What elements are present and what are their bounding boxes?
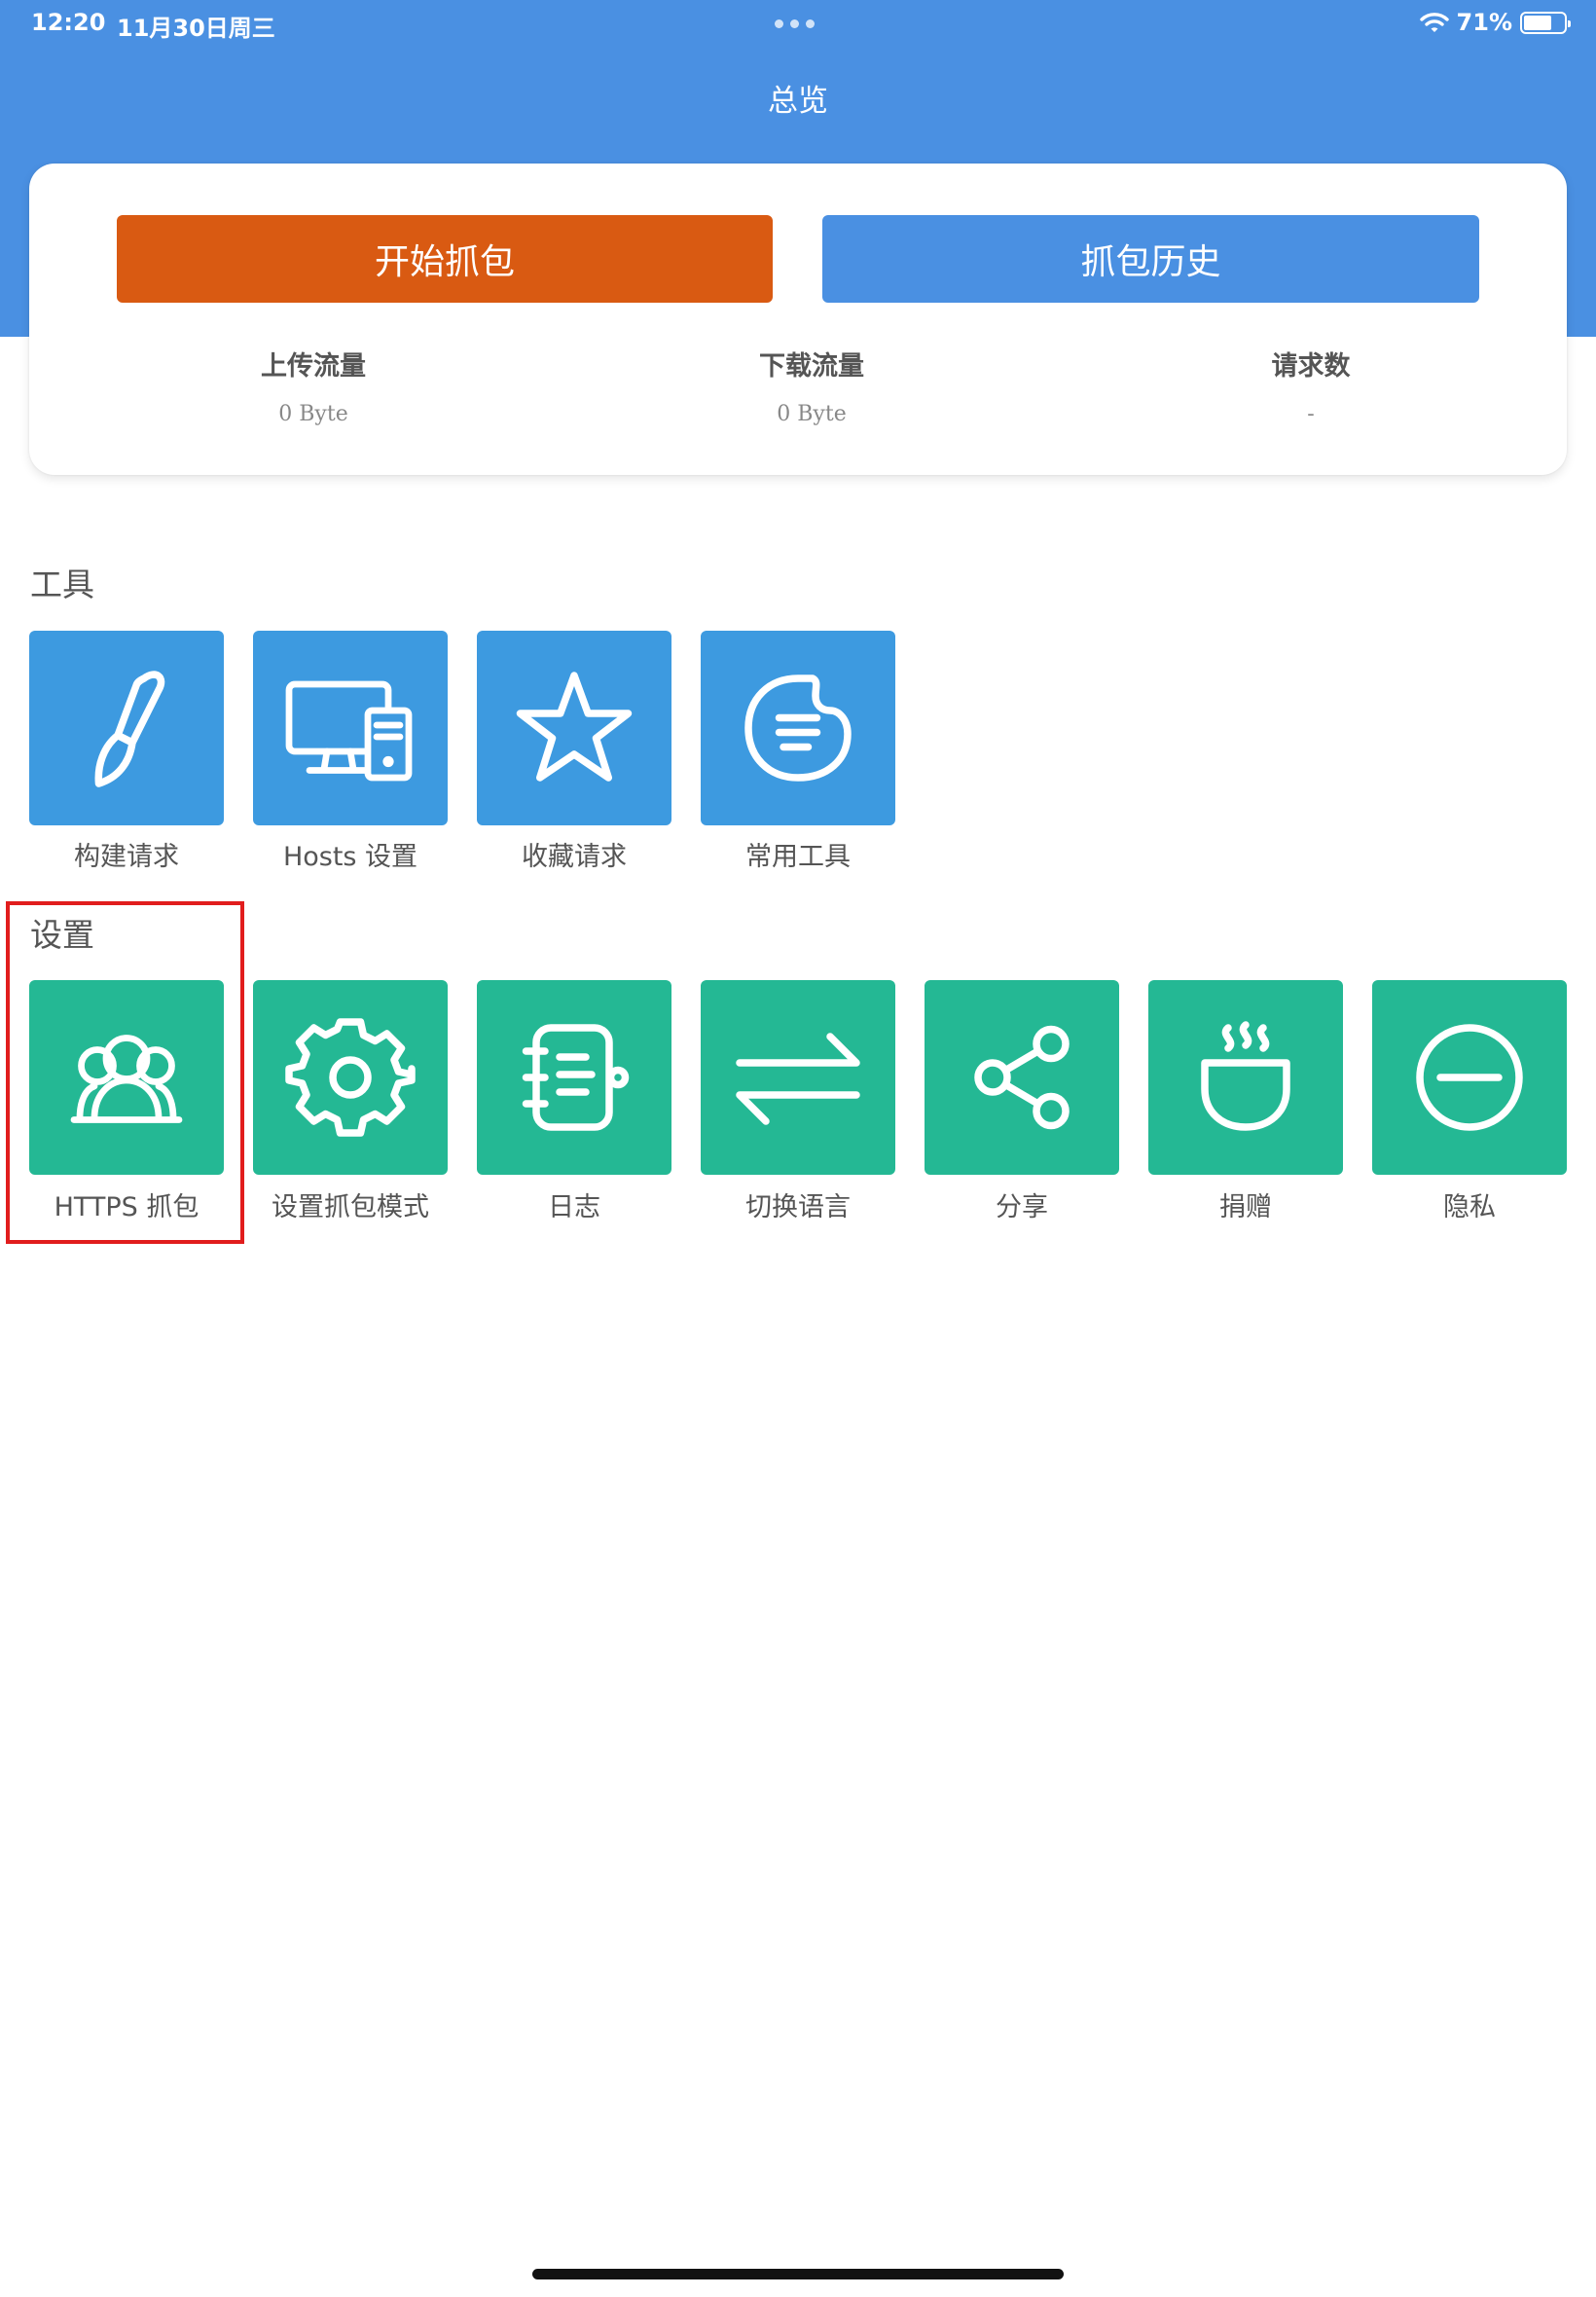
- setting-share-label: 分享: [996, 1192, 1048, 1222]
- setting-donate-label: 捐赠: [1219, 1192, 1272, 1222]
- request-count-label: 请求数: [1271, 351, 1351, 382]
- start-capture-button[interactable]: 开始抓包: [117, 215, 773, 303]
- setting-switch-language[interactable]: [701, 980, 895, 1175]
- setting-log[interactable]: [477, 980, 671, 1175]
- notebook-icon: [522, 1024, 630, 1131]
- tool-favorite-requests[interactable]: [477, 631, 671, 825]
- share-icon: [974, 1025, 1070, 1130]
- capture-history-button[interactable]: 抓包历史: [822, 215, 1479, 303]
- setting-switch-language-label: 切换语言: [745, 1192, 851, 1222]
- home-indicator[interactable]: [532, 2269, 1064, 2279]
- request-count-value: -: [1307, 402, 1315, 426]
- status-date: 11月30日周三: [117, 15, 275, 42]
- tool-hosts-settings[interactable]: [253, 631, 448, 825]
- summary-card: 开始抓包 抓包历史 上传流量 0 Byte 下载流量 0 Byte 请求数 -: [29, 164, 1567, 475]
- download-traffic-label: 下载流量: [759, 351, 864, 382]
- battery-level: [1524, 15, 1552, 30]
- setting-capture-mode-label: 设置抓包模式: [272, 1192, 429, 1222]
- battery-icon: [1520, 11, 1571, 34]
- status-bar: 12:20 11月30日周三 71%: [0, 0, 1596, 47]
- upload-traffic-value: 0 Byte: [278, 402, 348, 426]
- switch-arrows-icon: [736, 1033, 860, 1125]
- tool-common-tools-label: 常用工具: [745, 842, 851, 872]
- star-icon: [516, 672, 633, 782]
- coffee-bowl-icon: [1201, 1021, 1290, 1131]
- multitasking-dots-icon[interactable]: [775, 19, 815, 28]
- tool-hosts-settings-label: Hosts 设置: [282, 842, 418, 872]
- setting-share[interactable]: [925, 980, 1119, 1175]
- request-count-stat: 请求数 -: [1165, 345, 1457, 426]
- brush-icon: [94, 671, 165, 787]
- download-traffic-stat: 下载流量 0 Byte: [666, 345, 958, 426]
- battery-percent: 71%: [1456, 9, 1512, 36]
- tool-favorite-requests-label: 收藏请求: [522, 842, 627, 872]
- upload-traffic-label: 上传流量: [261, 351, 366, 382]
- status-indicators: 71%: [1419, 9, 1571, 36]
- tool-build-request-label: 构建请求: [74, 842, 179, 872]
- setting-privacy-label: 隐私: [1443, 1192, 1496, 1222]
- setting-privacy[interactable]: [1372, 980, 1567, 1175]
- upload-traffic-stat: 上传流量 0 Byte: [167, 345, 459, 426]
- download-traffic-value: 0 Byte: [777, 402, 847, 426]
- status-time: 12:20: [31, 9, 106, 36]
- tool-common-tools[interactable]: [701, 631, 895, 825]
- tool-build-request[interactable]: [29, 631, 224, 825]
- tools-section-title: 工具: [30, 565, 94, 603]
- setting-capture-mode[interactable]: [253, 980, 448, 1175]
- setting-log-label: 日志: [548, 1192, 600, 1222]
- palette-icon: [744, 675, 852, 782]
- page-title: 总览: [768, 84, 828, 119]
- minus-circle-icon: [1416, 1024, 1523, 1131]
- wifi-icon: [1419, 13, 1449, 32]
- highlight-annotation-box: [6, 901, 244, 1244]
- computer-icon: [285, 680, 413, 782]
- gear-icon: [285, 1018, 416, 1137]
- setting-donate[interactable]: [1148, 980, 1343, 1175]
